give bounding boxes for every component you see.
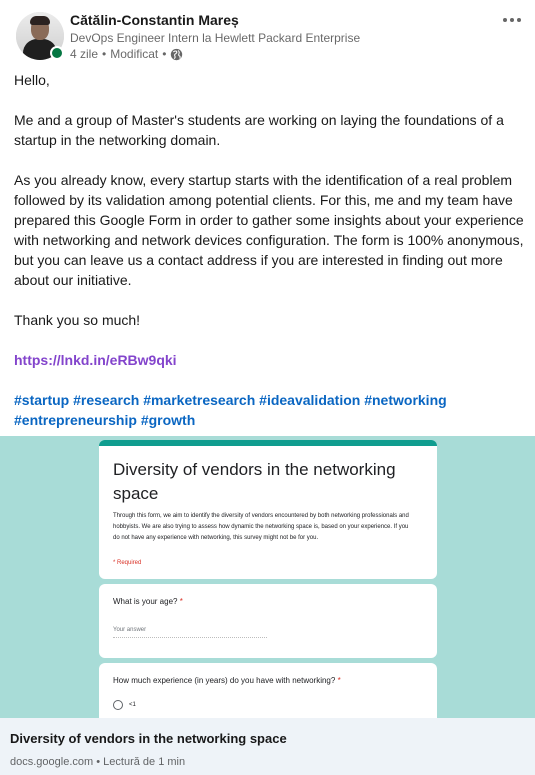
radio-circle-icon <box>113 700 123 710</box>
hashtag[interactable]: #research <box>73 392 139 408</box>
hashtag[interactable]: #entrepreneurship <box>14 412 137 428</box>
hashtag-list: #startup #research #marketresearch #idea… <box>14 390 524 430</box>
post-text: Hello, Me and a group of Master's studen… <box>14 70 524 430</box>
globe-icon <box>171 48 183 60</box>
question-text: How much experience (in years) do you ha… <box>113 676 336 685</box>
post-thanks: Thank you so much! <box>14 312 141 328</box>
more-options-button[interactable] <box>496 8 528 32</box>
hashtag[interactable]: #networking <box>364 392 446 408</box>
required-note: * Required <box>113 560 142 566</box>
hashtag[interactable]: #marketresearch <box>143 392 255 408</box>
post-meta: 4 zile • Modificat • <box>70 47 183 61</box>
post-paragraph: Me and a group of Master's students are … <box>14 112 504 148</box>
link-card[interactable]: Diversity of vendors in the networking s… <box>0 718 535 775</box>
radio-option-label: <1 <box>129 702 136 708</box>
required-star: * <box>179 597 183 606</box>
meta-separator: • <box>162 47 167 61</box>
required-star: * <box>337 676 341 685</box>
link-card-read-time: Lectură de 1 min <box>103 756 186 768</box>
radio-option: <1 <box>113 700 136 710</box>
edited-label: Modificat <box>110 47 159 61</box>
form-question-card: How much experience (in years) do you ha… <box>99 663 437 718</box>
question-label: How much experience (in years) do you ha… <box>113 676 341 685</box>
more-horizontal-icon <box>503 18 521 22</box>
post-header: Cătălin-Constantin Mareș DevOps Engineer… <box>0 0 535 66</box>
form-title-card: Diversity of vendors in the networking s… <box>99 440 437 579</box>
form-question-card: What is your age? * Your answer <box>99 584 437 658</box>
author-name[interactable]: Cătălin-Constantin Mareș <box>70 12 239 28</box>
link-card-subtitle: docs.google.com • Lectură de 1 min <box>10 756 185 768</box>
author-headline: DevOps Engineer Intern la Hewlett Packar… <box>70 31 361 45</box>
post-paragraph: As you already know, every startup start… <box>14 172 524 288</box>
form-description: Through this form, we aim to identify th… <box>113 513 409 541</box>
link-card-separator: • <box>96 756 101 768</box>
post-link[interactable]: https://lnkd.in/eRBw9qki <box>14 352 177 368</box>
avatar-hair <box>30 16 50 25</box>
question-text: What is your age? <box>113 597 178 606</box>
link-card-title[interactable]: Diversity of vendors in the networking s… <box>10 731 287 746</box>
hashtag[interactable]: #startup <box>14 392 69 408</box>
online-status-indicator <box>50 46 64 60</box>
hashtag[interactable]: #growth <box>141 412 195 428</box>
question-label: What is your age? * <box>113 597 183 606</box>
hashtag[interactable]: #ideavalidation <box>259 392 360 408</box>
form-title: Diversity of vendors in the networking s… <box>113 460 396 503</box>
post-greeting: Hello, <box>14 72 50 88</box>
link-card-domain: docs.google.com <box>10 756 94 768</box>
post-time[interactable]: 4 zile <box>70 47 98 61</box>
meta-separator: • <box>102 47 107 61</box>
answer-field: Your answer <box>113 624 267 638</box>
link-preview-image[interactable]: Diversity of vendors in the networking s… <box>0 436 535 718</box>
